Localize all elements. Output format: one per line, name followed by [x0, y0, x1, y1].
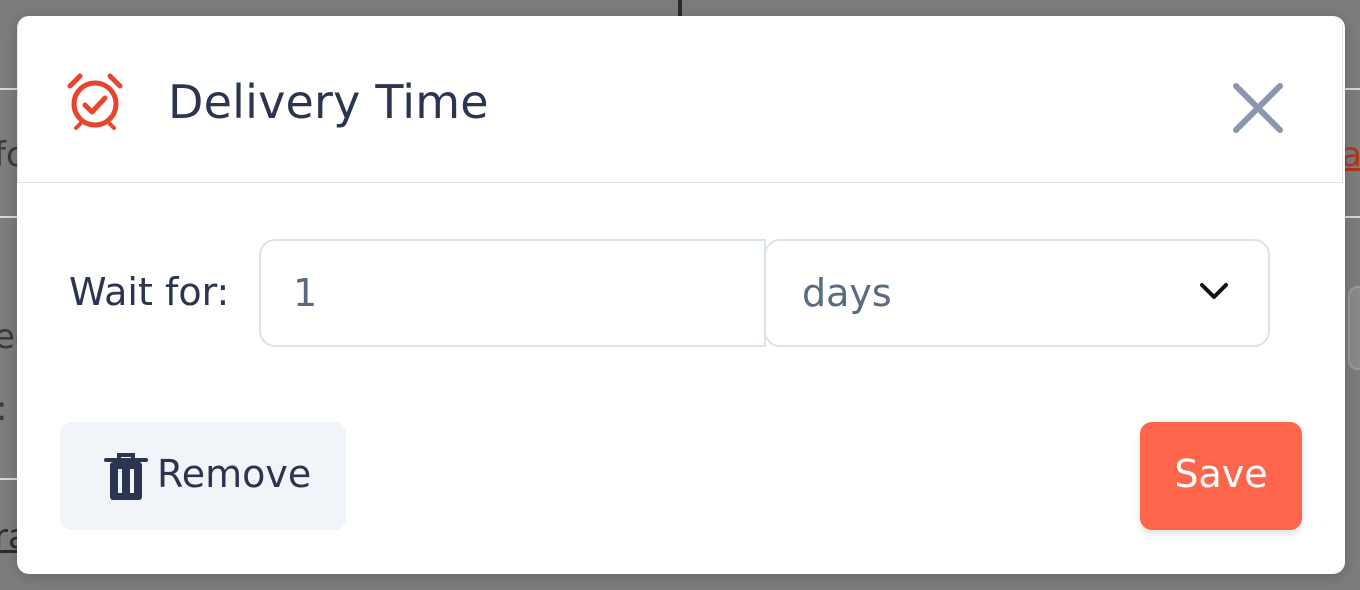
background-divider [678, 0, 682, 16]
background-divider [0, 88, 17, 90]
background-text: : [0, 392, 7, 426]
wait-for-label: Wait for: [69, 270, 230, 314]
background-divider [0, 216, 17, 218]
save-label: Save [1174, 452, 1268, 496]
wait-unit-value: days [802, 271, 892, 315]
modal-title: Delivery Time [168, 75, 489, 129]
save-button[interactable]: Save [1140, 422, 1302, 530]
background-input [1348, 286, 1360, 370]
remove-button[interactable]: Remove [60, 422, 346, 530]
wait-unit-select[interactable]: days [764, 239, 1270, 347]
modal-header: Delivery Time [17, 16, 1343, 183]
background-divider [1345, 216, 1360, 218]
close-icon[interactable] [1230, 80, 1286, 136]
delivery-time-modal: Delivery Time Wait for: days Remove Save [17, 16, 1345, 574]
wait-amount-input[interactable] [259, 239, 766, 347]
background-divider [0, 478, 17, 480]
alarm-clock-check-icon [67, 73, 123, 130]
chevron-down-icon [1200, 283, 1228, 299]
remove-label: Remove [157, 452, 312, 496]
background-divider [1345, 88, 1360, 90]
trash-icon [104, 453, 148, 500]
